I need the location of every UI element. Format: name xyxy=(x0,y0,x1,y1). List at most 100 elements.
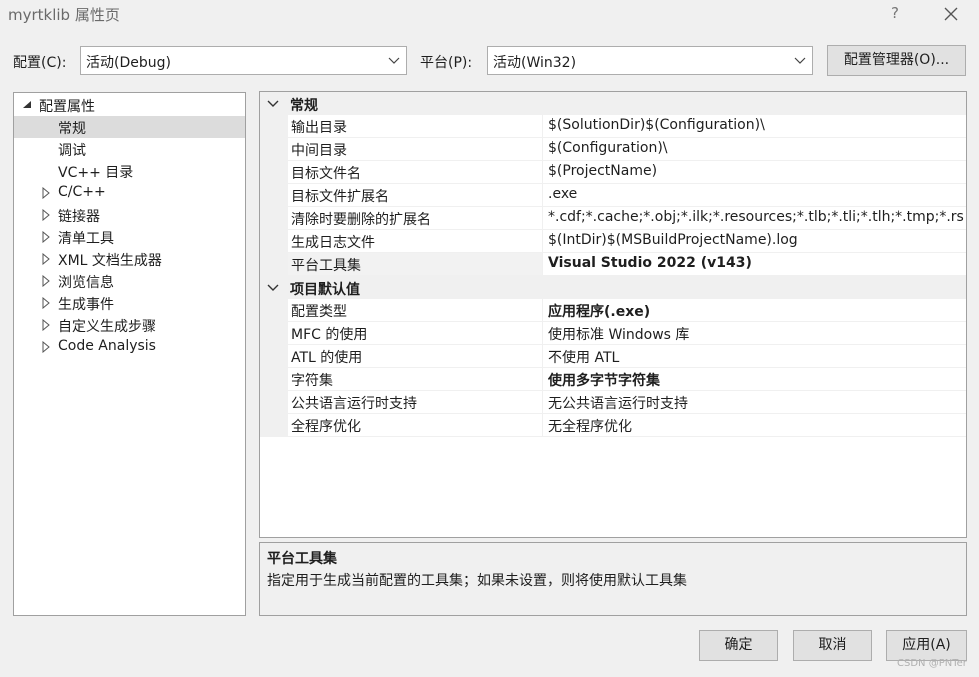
tree-item[interactable]: VC++ 目录 xyxy=(14,160,245,182)
help-button[interactable]: ? xyxy=(884,2,906,24)
tree-item[interactable]: 清单工具 xyxy=(14,226,245,248)
property-value: 不使用 ATL xyxy=(548,350,620,366)
config-properties-tree: 配置属性 常规 调试 VC++ 目录 C/C++ 链接器 清单工具 XML 文档生成器 浏览信息… xyxy=(13,92,246,616)
grid-category[interactable]: 常规 xyxy=(260,92,966,115)
tree-item[interactable]: XML 文档生成器 xyxy=(14,248,245,270)
property-value-cell[interactable]: 使用多字节字符集 xyxy=(543,368,966,391)
close-button[interactable] xyxy=(938,1,964,27)
description-panel: 平台工具集 指定用于生成当前配置的工具集；如果未设置，则将使用默认工具集 xyxy=(259,542,967,616)
property-name: ATL 的使用 xyxy=(291,350,363,366)
tree-item-label: C/C++ xyxy=(58,184,106,200)
property-value-cell[interactable]: *.cdf;*.cache;*.obj;*.ilk;*.resources;*.… xyxy=(543,207,966,230)
ok-button[interactable]: 确定 xyxy=(699,630,778,661)
tree-item[interactable]: 浏览信息 xyxy=(14,270,245,292)
row-gutter xyxy=(260,207,288,230)
property-name: 目标文件名 xyxy=(291,166,361,182)
tree-item-label: VC++ 目录 xyxy=(58,165,134,181)
property-row[interactable]: MFC 的使用 使用标准 Windows 库 xyxy=(260,322,966,345)
tree-item[interactable]: 链接器 xyxy=(14,204,245,226)
property-value: Visual Studio 2022 (v143) xyxy=(548,255,752,271)
apply-button[interactable]: 应用(A) xyxy=(886,630,967,661)
property-name-cell: 输出目录 xyxy=(288,115,543,138)
property-row[interactable]: 公共语言运行时支持 无公共语言运行时支持 xyxy=(260,391,966,414)
row-gutter xyxy=(260,368,288,391)
config-select[interactable]: 活动(Debug) xyxy=(80,46,407,75)
platform-select[interactable]: 活动(Win32) xyxy=(487,46,813,75)
tree-item-label: XML 文档生成器 xyxy=(58,253,162,269)
tree-item-root[interactable]: 配置属性 xyxy=(14,94,245,116)
config-select-value: 活动(Debug) xyxy=(86,55,171,71)
property-value-cell[interactable]: 应用程序(.exe) xyxy=(543,299,966,322)
tree-item[interactable]: C/C++ xyxy=(14,182,245,204)
tree-item[interactable]: 生成事件 xyxy=(14,292,245,314)
property-row[interactable]: 平台工具集 Visual Studio 2022 (v143) xyxy=(260,253,966,276)
row-gutter xyxy=(260,299,288,322)
expand-triangle-icon[interactable] xyxy=(41,231,51,243)
property-value: .exe xyxy=(548,186,578,202)
property-name-cell: ATL 的使用 xyxy=(288,345,543,368)
property-value-cell[interactable]: Visual Studio 2022 (v143) xyxy=(543,253,966,276)
property-value-cell[interactable]: $(SolutionDir)$(Configuration)\ xyxy=(543,115,966,138)
collapse-triangle-icon[interactable] xyxy=(22,99,32,111)
property-name-cell: 平台工具集 xyxy=(288,253,543,276)
property-value-cell[interactable]: $(Configuration)\ xyxy=(543,138,966,161)
property-value-cell[interactable]: 不使用 ATL xyxy=(543,345,966,368)
property-name: 平台工具集 xyxy=(291,258,361,274)
property-value: $(Configuration)\ xyxy=(548,140,668,156)
expand-triangle-icon[interactable] xyxy=(41,187,51,199)
chevron-down-icon xyxy=(388,57,400,64)
expand-triangle-icon[interactable] xyxy=(41,297,51,309)
expand-triangle-icon[interactable] xyxy=(41,319,51,331)
tree-item-label: Code Analysis xyxy=(58,338,156,354)
expand-triangle-icon[interactable] xyxy=(41,253,51,265)
expand-triangle-icon[interactable] xyxy=(41,275,51,287)
property-name-cell: MFC 的使用 xyxy=(288,322,543,345)
property-row[interactable]: 配置类型 应用程序(.exe) xyxy=(260,299,966,322)
property-value: 应用程序(.exe) xyxy=(548,304,651,320)
property-value-cell[interactable]: 无公共语言运行时支持 xyxy=(543,391,966,414)
config-manager-button[interactable]: 配置管理器(O)... xyxy=(827,45,966,76)
collapse-chevron-icon[interactable] xyxy=(267,99,279,108)
chevron-down-icon xyxy=(794,57,806,64)
property-name-cell: 中间目录 xyxy=(288,138,543,161)
property-row[interactable]: 生成日志文件 $(IntDir)$(MSBuildProjectName).log xyxy=(260,230,966,253)
property-name: 目标文件扩展名 xyxy=(291,189,389,205)
property-row[interactable]: 目标文件扩展名 .exe xyxy=(260,184,966,207)
property-row[interactable]: 清除时要删除的扩展名 *.cdf;*.cache;*.obj;*.ilk;*.re… xyxy=(260,207,966,230)
tree-item[interactable]: 调试 xyxy=(14,138,245,160)
property-row[interactable]: 中间目录 $(Configuration)\ xyxy=(260,138,966,161)
property-name-cell: 清除时要删除的扩展名 xyxy=(288,207,543,230)
property-value-cell[interactable]: 无全程序优化 xyxy=(543,414,966,437)
watermark: CSDN @PNTer xyxy=(897,658,967,669)
property-row[interactable]: 输出目录 $(SolutionDir)$(Configuration)\ xyxy=(260,115,966,138)
property-row[interactable]: 字符集 使用多字节字符集 xyxy=(260,368,966,391)
collapse-chevron-icon[interactable] xyxy=(267,283,279,292)
platform-label: 平台(P): xyxy=(420,55,473,71)
property-name-cell: 配置类型 xyxy=(288,299,543,322)
grid-category-title: 常规 xyxy=(290,98,318,114)
property-value-cell[interactable]: $(ProjectName) xyxy=(543,161,966,184)
property-name: 配置类型 xyxy=(291,304,347,320)
property-value-cell[interactable]: .exe xyxy=(543,184,966,207)
property-row[interactable]: 目标文件名 $(ProjectName) xyxy=(260,161,966,184)
property-value: 使用多字节字符集 xyxy=(548,373,660,389)
grid-category[interactable]: 项目默认值 xyxy=(260,276,966,299)
property-value: $(ProjectName) xyxy=(548,163,658,179)
expand-triangle-icon[interactable] xyxy=(41,209,51,221)
row-gutter xyxy=(260,138,288,161)
property-row[interactable]: 全程序优化 无全程序优化 xyxy=(260,414,966,437)
tree-item[interactable]: Code Analysis xyxy=(14,336,245,358)
tree-item[interactable]: 常规 xyxy=(14,116,245,138)
property-value-cell[interactable]: $(IntDir)$(MSBuildProjectName).log xyxy=(543,230,966,253)
property-value-cell[interactable]: 使用标准 Windows 库 xyxy=(543,322,966,345)
row-gutter xyxy=(260,414,288,437)
cancel-button[interactable]: 取消 xyxy=(793,630,872,661)
row-gutter xyxy=(260,161,288,184)
property-row[interactable]: ATL 的使用 不使用 ATL xyxy=(260,345,966,368)
close-icon xyxy=(944,7,958,21)
platform-select-value: 活动(Win32) xyxy=(493,55,577,71)
tree-item-label: 链接器 xyxy=(58,209,100,225)
tree-item[interactable]: 自定义生成步骤 xyxy=(14,314,245,336)
expand-triangle-icon[interactable] xyxy=(41,341,51,353)
property-value: 使用标准 Windows 库 xyxy=(548,327,690,343)
